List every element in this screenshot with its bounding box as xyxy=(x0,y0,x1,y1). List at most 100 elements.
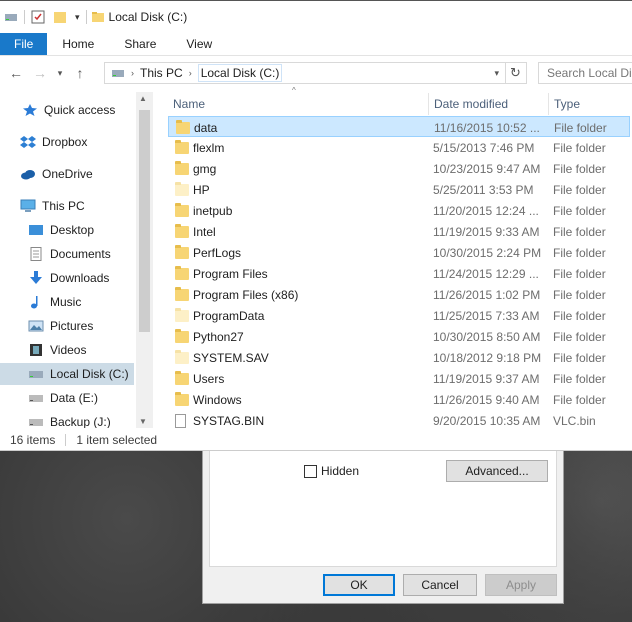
file-date-modified: 10/18/2012 9:18 PM xyxy=(433,350,542,365)
column-divider[interactable] xyxy=(548,93,549,115)
file-date-modified: 5/25/2011 3:53 PM xyxy=(433,182,534,197)
file-row[interactable]: Intel 11/19/2015 9:33 AM File folder xyxy=(168,221,630,242)
sidebar-item-pictures[interactable]: Pictures xyxy=(28,315,93,337)
sidebar-item-local-disk-c[interactable]: Local Disk (C:) xyxy=(0,363,134,385)
ribbon-tabs: File Home Share View xyxy=(0,33,632,56)
properties-icon[interactable] xyxy=(31,10,45,24)
sidebar-scrollbar[interactable]: ▲ ▼ xyxy=(136,92,153,428)
customize-toolbar-icon[interactable]: ▾ xyxy=(75,12,80,23)
file-row[interactable]: flexlm 5/15/2013 7:46 PM File folder xyxy=(168,137,630,158)
sidebar-item-label: Downloads xyxy=(50,271,110,285)
address-bar[interactable]: › This PC › Local Disk (C:) ▾ xyxy=(104,62,506,84)
column-header-type[interactable]: Type xyxy=(554,93,580,115)
file-name: flexlm xyxy=(193,140,225,155)
file-icon-cell xyxy=(175,221,189,242)
sidebar-item-dropbox[interactable]: Dropbox xyxy=(20,131,87,153)
column-header-date-modified[interactable]: Date modified xyxy=(434,93,508,115)
navigation-pane: Quick access Dropbox OneDrive This PC De… xyxy=(0,92,136,428)
scroll-up-icon[interactable]: ▲ xyxy=(139,94,147,103)
sidebar-item-this-pc[interactable]: This PC xyxy=(20,195,85,217)
forward-arrow-icon[interactable]: → xyxy=(30,62,50,84)
sidebar-item-label: Quick access xyxy=(44,103,116,117)
file-row[interactable]: data 11/16/2015 10:52 ... File folder xyxy=(168,116,630,137)
file-icon-cell xyxy=(175,410,186,431)
file-type: File folder xyxy=(553,245,606,260)
folder-icon xyxy=(175,349,189,364)
file-row[interactable]: Users 11/19/2015 9:37 AM File folder xyxy=(168,368,630,389)
back-arrow-icon[interactable]: ← xyxy=(6,62,26,84)
file-date-modified: 10/30/2015 8:50 AM xyxy=(433,329,541,344)
file-type: File folder xyxy=(553,266,606,281)
sidebar-item-videos[interactable]: Videos xyxy=(28,339,86,361)
file-date-modified: 11/25/2015 7:33 AM xyxy=(433,308,540,323)
folder-icon xyxy=(175,391,189,406)
refresh-icon[interactable]: ↻ xyxy=(505,62,527,84)
file-type: VLC.bin xyxy=(553,413,596,428)
file-icon-cell xyxy=(175,158,189,179)
sidebar-item-backup-j[interactable]: Backup (J:) xyxy=(28,411,111,428)
file-name: Intel xyxy=(193,224,216,239)
file-date-modified: 9/20/2015 10:35 AM xyxy=(433,413,541,428)
file-row[interactable]: Program Files 11/24/2015 12:29 ... File fo… xyxy=(168,263,630,284)
column-header-name[interactable]: Name xyxy=(173,93,205,115)
file-type: File folder xyxy=(553,287,606,302)
file-row[interactable]: Program Files (x86) 11/26/2015 1:02 PM Fil… xyxy=(168,284,630,305)
selection-count: 1 item selected xyxy=(76,433,158,447)
tab-file[interactable]: File xyxy=(0,33,48,55)
recent-locations-chevron-icon[interactable]: ▾ xyxy=(54,62,66,84)
file-row[interactable]: gmg 10/23/2015 9:47 AM File folder xyxy=(168,158,630,179)
file-type: File folder xyxy=(553,224,606,239)
breadcrumb-separator-icon[interactable]: › xyxy=(131,68,134,78)
tab-share[interactable]: Share xyxy=(109,33,171,55)
file-row[interactable]: SYSTAG.BIN 9/20/2015 10:35 AM VLC.bin xyxy=(168,410,630,431)
sidebar-item-downloads[interactable]: Downloads xyxy=(28,267,109,289)
folder-icon xyxy=(175,307,189,322)
sidebar-scroll-thumb[interactable] xyxy=(139,110,150,332)
hidden-checkbox[interactable] xyxy=(304,464,317,478)
sidebar-item-onedrive[interactable]: OneDrive xyxy=(20,163,93,185)
up-arrow-icon[interactable]: ↑ xyxy=(70,62,90,84)
properties-dialog: Hidden Advanced... OK Cancel Apply xyxy=(202,440,564,604)
column-divider[interactable] xyxy=(428,93,429,115)
sidebar-item-label: Pictures xyxy=(50,319,94,333)
file-row[interactable]: ProgramData 11/25/2015 7:33 AM File folder xyxy=(168,305,630,326)
sidebar-item-label: This PC xyxy=(42,199,85,213)
sidebar-item-quick-access[interactable]: Quick access xyxy=(22,99,115,121)
folder-icon xyxy=(175,328,189,343)
dropbox-icon xyxy=(20,136,36,148)
sidebar-item-desktop[interactable]: Desktop xyxy=(28,219,94,241)
file-date-modified: 11/20/2015 12:24 ... xyxy=(433,203,539,218)
file-row[interactable]: PerfLogs 10/30/2015 2:24 PM File folder xyxy=(168,242,630,263)
file-row[interactable]: HP 5/25/2011 3:53 PM File folder xyxy=(168,179,630,200)
file-type: File folder xyxy=(553,329,606,344)
apply-button[interactable]: Apply xyxy=(485,574,557,596)
tab-view[interactable]: View xyxy=(171,33,227,55)
folder-icon xyxy=(175,244,189,259)
file-row[interactable]: SYSTEM.SAV 10/18/2012 9:18 PM File folder xyxy=(168,347,630,368)
file-type: File folder xyxy=(553,392,606,407)
cancel-button[interactable]: Cancel xyxy=(403,574,477,596)
file-row[interactable]: inetpub 11/20/2015 12:24 ... File folder xyxy=(168,200,630,221)
folder-icon xyxy=(175,286,189,301)
breadcrumb-local-disk[interactable]: Local Disk (C:) xyxy=(197,64,283,82)
sidebar-item-music[interactable]: Music xyxy=(28,291,81,313)
search-input[interactable]: Search Local Disk (C:) xyxy=(538,62,632,84)
sidebar-item-data-e[interactable]: Data (E:) xyxy=(28,387,98,409)
breadcrumb-this-pc[interactable]: This PC xyxy=(140,66,183,80)
file-row[interactable]: Python27 10/30/2015 8:50 AM File folder xyxy=(168,326,630,347)
new-folder-icon[interactable] xyxy=(53,10,67,24)
file-type: File folder xyxy=(553,182,606,197)
file-row[interactable]: Windows 11/26/2015 9:40 AM File folder xyxy=(168,389,630,410)
address-dropdown-icon[interactable]: ▾ xyxy=(494,68,499,79)
file-name: Windows xyxy=(193,392,242,407)
advanced-button[interactable]: Advanced... xyxy=(446,460,548,482)
sidebar-item-documents[interactable]: Documents xyxy=(28,243,111,265)
file-icon-cell xyxy=(175,347,189,368)
breadcrumb-separator-icon[interactable]: › xyxy=(189,68,192,78)
ok-button[interactable]: OK xyxy=(323,574,395,596)
window-title: Local Disk (C:) xyxy=(108,10,188,24)
scroll-down-icon[interactable]: ▼ xyxy=(139,417,147,426)
tab-home[interactable]: Home xyxy=(47,33,109,55)
hidden-attribute[interactable]: Hidden xyxy=(304,464,359,478)
item-count: 16 items xyxy=(10,433,56,447)
